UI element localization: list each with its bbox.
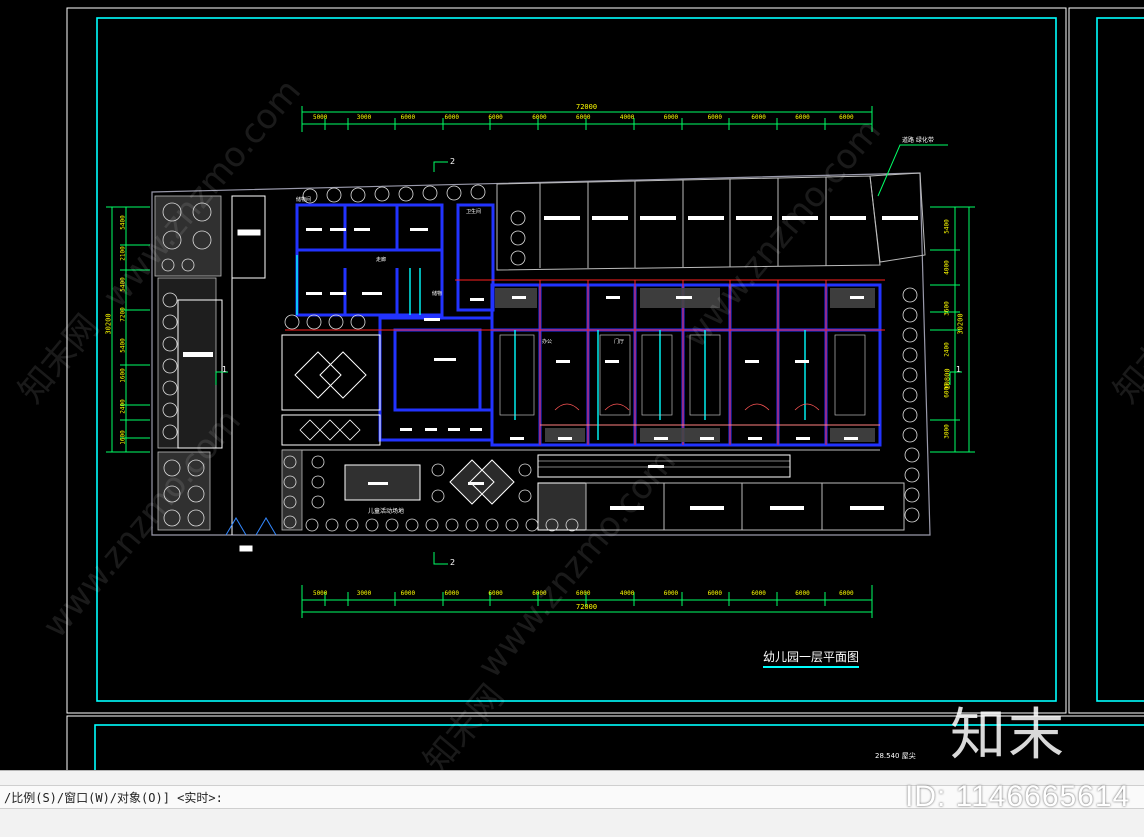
dimension-label: 6000: [663, 590, 679, 597]
left-total: 30200: [104, 313, 113, 335]
dimension-label: 3000: [943, 423, 951, 439]
dimension-label: 6000: [532, 114, 547, 121]
znzmo-logo: 知末: [950, 702, 1080, 770]
dimension-label: 5400: [119, 276, 127, 292]
room-label-toilet: 卫生间: [466, 209, 482, 215]
dimension-label: 3000: [356, 590, 372, 597]
dimension-label: 5400: [119, 338, 127, 353]
dimension-label: 6000: [576, 114, 591, 121]
bottom-dimension-total: 72000: [576, 603, 598, 611]
dimension-label: 5000: [312, 590, 328, 597]
dimension-label: 6000: [400, 114, 416, 121]
room-label-store: 储物: [432, 291, 443, 297]
dimension-label: 5000: [312, 114, 328, 121]
dimension-label: 6000: [488, 114, 503, 121]
room-label-office: 办公: [542, 339, 553, 345]
dimension-label: 4000: [619, 114, 635, 121]
dimension-label: 4000: [619, 590, 635, 597]
right-dimension-chain-labels: 5400 4000 3600 2400 6000 3000: [940, 207, 954, 452]
left-planting-strip: [154, 195, 223, 531]
watermark-id: ID: 1146665614: [905, 780, 1131, 813]
room-label-storage: 储物间: [296, 197, 312, 203]
dimension-label: 6000: [444, 114, 459, 121]
dimension-label: 6000: [576, 590, 591, 597]
dimension-label: 6000: [839, 114, 854, 121]
dimension-label: 6000: [488, 590, 503, 597]
dimension-label: 5400: [943, 219, 951, 235]
next-inner-frame: [1096, 17, 1144, 702]
top-dimension-segments: 5000 3000 6000 6000 6000 6000 6000 4000 6000 6000…: [302, 114, 872, 124]
dimension-label: 1600: [119, 429, 127, 445]
dimension-label: 6000: [707, 114, 723, 121]
left-dimension-chain-labels: 5400 2100 5400 7200 5400 1600 2400 1600: [116, 207, 130, 452]
next-sheet-frame: [1068, 7, 1144, 714]
dimension-label: 7200: [119, 307, 127, 322]
next-sheet-label: 28.540 屋尖: [875, 752, 916, 760]
dimension-label: 6000: [795, 590, 810, 597]
courtyard: [281, 334, 381, 446]
bottom-dimension-segments: 5000 3000 6000 6000 6000 6000 6000 4000 6000 6000…: [302, 590, 872, 600]
section-mark-left: 1: [222, 365, 228, 374]
dimension-label: 6000: [707, 590, 723, 597]
dimension-label: 1600: [119, 368, 127, 384]
dimension-label: 6000: [532, 590, 547, 597]
dimension-label: 6000: [444, 590, 459, 597]
command-prompt: /比例(S)/窗口(W)/对象(O)] <实时>:: [4, 791, 223, 805]
room-label-lobby: 门厅: [614, 339, 625, 345]
north-parking: [496, 172, 926, 271]
dimension-label: 2400: [119, 399, 127, 414]
logo-text: 知末: [950, 703, 1066, 768]
drawing-title: 幼儿园一层平面图: [763, 648, 860, 668]
dimension-label: 6000: [663, 114, 679, 121]
dimension-label: 3000: [356, 114, 372, 121]
classroom-furniture: [495, 288, 875, 442]
section-mark-bottom: 2: [450, 558, 456, 567]
dimension-label: 6000: [751, 590, 766, 597]
dimension-label: 6000: [839, 590, 854, 597]
dimension-label: 4000: [943, 260, 951, 275]
room-label-corridor: 走廊: [376, 257, 387, 263]
dimension-label: 6000: [795, 114, 810, 121]
section-mark-top: 2: [450, 157, 456, 166]
top-dimension-total: 72000: [576, 103, 598, 111]
leader-label: 道路 绿化带: [902, 137, 934, 144]
tree-row-east: [902, 287, 920, 523]
garden-label: 儿童活动场地: [368, 508, 405, 515]
entrance-driveway: [225, 195, 277, 552]
dimension-label: 5400: [119, 215, 127, 230]
dimension-label: 6000: [400, 590, 416, 597]
dimension-label: 2400: [943, 342, 951, 357]
dimension-label: 2100: [119, 246, 127, 261]
dimension-label: 6000: [751, 114, 766, 121]
right-mid: 10800: [943, 368, 952, 390]
right-total: 30200: [956, 313, 965, 335]
dimension-label: 3600: [943, 301, 951, 316]
cad-drawing-canvas[interactable]: 72000 72000 5000 3000 6000 6000 6000 6000 6000…: [0, 0, 1144, 786]
south-site: [281, 449, 905, 532]
section-mark-right: 1: [956, 365, 962, 374]
